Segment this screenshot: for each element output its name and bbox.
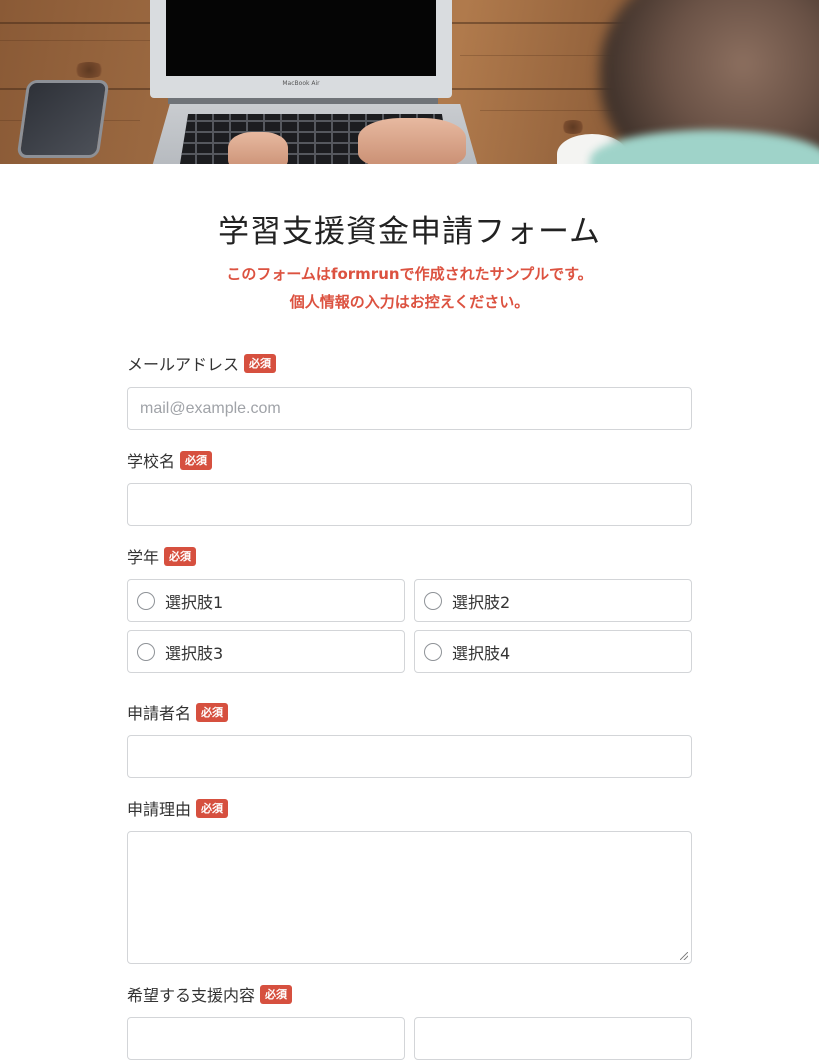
radio-circle-icon[interactable] — [424, 642, 442, 661]
grade-option-3[interactable]: 選択肢3 — [127, 630, 405, 673]
reason-label: 申請理由 必須 — [127, 797, 229, 819]
radio-circle-icon[interactable] — [137, 642, 155, 661]
radio-label: 選択肢1 — [165, 592, 224, 612]
form-fields: メールアドレス 必須 学校名 必須 学年 必須 選択肢1 選択肢2 選択肢3 選… — [127, 0, 692, 1060]
school-name-field[interactable] — [127, 483, 692, 526]
required-badge: 必須 — [196, 798, 229, 818]
required-badge: 必須 — [196, 702, 229, 722]
grade-label: 学年 必須 — [127, 545, 197, 567]
radio-circle-icon[interactable] — [424, 591, 442, 610]
applicant-name-field[interactable] — [127, 735, 692, 778]
radio-label: 選択肢2 — [452, 592, 511, 612]
applicant-label-text: 申請者名 — [127, 704, 192, 723]
email-field[interactable] — [127, 387, 692, 430]
radio-circle-icon[interactable] — [137, 591, 155, 610]
wood-knot — [72, 62, 106, 78]
grade-option-4[interactable]: 選択肢4 — [414, 630, 692, 673]
radio-label: 選択肢3 — [165, 643, 224, 663]
support-option-2[interactable] — [414, 1017, 692, 1060]
email-label: メールアドレス 必須 — [127, 352, 277, 374]
required-badge: 必須 — [164, 546, 197, 566]
required-badge: 必須 — [244, 353, 277, 373]
reason-textarea[interactable] — [127, 831, 692, 964]
support-label-text: 希望する支援内容 — [127, 986, 256, 1005]
support-option-1[interactable] — [127, 1017, 405, 1060]
grade-option-1[interactable]: 選択肢1 — [127, 579, 405, 622]
radio-label: 選択肢4 — [452, 643, 511, 663]
support-label: 希望する支援内容 必須 — [127, 983, 293, 1005]
school-label: 学校名 必須 — [127, 449, 213, 471]
applicant-label: 申請者名 必須 — [127, 701, 229, 723]
smartphone-image — [16, 80, 110, 158]
required-badge: 必須 — [180, 450, 213, 470]
school-label-text: 学校名 — [127, 452, 176, 471]
reason-label-text: 申請理由 — [127, 800, 192, 819]
email-label-text: メールアドレス — [127, 355, 240, 374]
grade-option-2[interactable]: 選択肢2 — [414, 579, 692, 622]
required-badge: 必須 — [260, 984, 293, 1004]
resize-grip-icon[interactable] — [680, 952, 688, 960]
grade-label-text: 学年 — [127, 548, 160, 567]
